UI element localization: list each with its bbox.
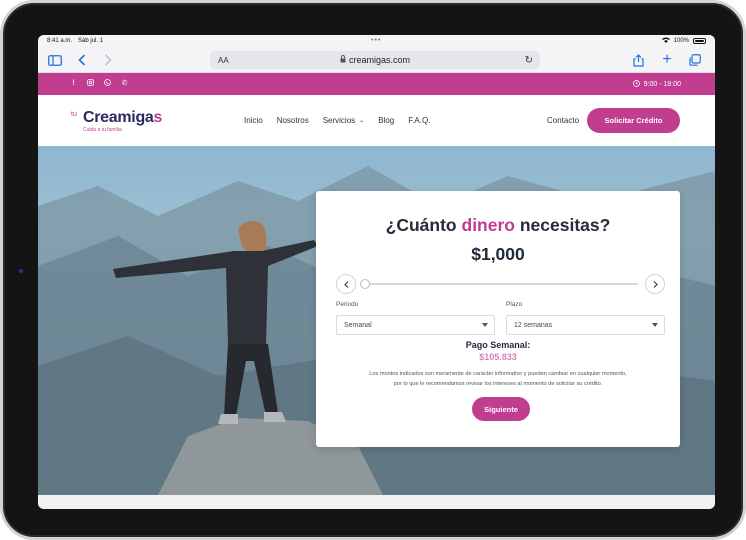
periodo-label: Periodo bbox=[336, 301, 359, 308]
tablet-frame: 8:41 a.m. Sáb jul. 1 ••• 100% AA creamig… bbox=[0, 0, 746, 540]
text-size-button[interactable]: AA bbox=[218, 56, 229, 65]
camera-dot bbox=[19, 269, 23, 273]
logo-prefix: tu bbox=[71, 111, 77, 118]
whatsapp-icon[interactable] bbox=[103, 79, 112, 88]
instagram-icon[interactable] bbox=[86, 79, 95, 88]
reload-icon[interactable]: ↻ bbox=[525, 55, 533, 66]
social-links: f ✆ bbox=[69, 79, 129, 88]
site-header: tu Creamigas Cuida a tu familia Inicio N… bbox=[38, 95, 715, 146]
tabs-icon[interactable] bbox=[686, 51, 704, 69]
new-tab-icon[interactable]: + bbox=[658, 51, 676, 69]
business-hours: 9:00 - 18:00 bbox=[632, 80, 681, 89]
nav-item-faq[interactable]: F.A.Q. bbox=[408, 116, 430, 125]
amount-slider-thumb[interactable] bbox=[360, 279, 370, 289]
battery-icon bbox=[693, 38, 706, 44]
forward-icon[interactable] bbox=[99, 51, 117, 69]
loan-calculator-card: ¿Cuánto dinero necesitas? $1,000 Periodo… bbox=[316, 191, 680, 447]
screen: 8:41 a.m. Sáb jul. 1 ••• 100% AA creamig… bbox=[38, 35, 715, 509]
sidebar-icon[interactable] bbox=[46, 51, 64, 69]
wifi-icon bbox=[661, 37, 670, 45]
nav-item-servicios[interactable]: Servicios ⌄ bbox=[323, 116, 364, 125]
lock-icon bbox=[340, 55, 346, 65]
solicitar-credito-button[interactable]: Solicitar Crédito bbox=[587, 108, 680, 133]
disclaimer: Los montos indicados son meramente de ca… bbox=[369, 371, 627, 387]
plazo-select[interactable]: 12 semanas bbox=[506, 315, 665, 335]
status-bar: 8:41 a.m. Sáb jul. 1 ••• 100% bbox=[38, 35, 715, 47]
chevron-down-icon: ⌄ bbox=[359, 118, 365, 124]
back-icon[interactable] bbox=[73, 51, 91, 69]
nav-item-inicio[interactable]: Inicio bbox=[244, 116, 263, 125]
page-bottom-strip bbox=[38, 495, 715, 509]
payment-label: Pago Semanal: bbox=[465, 340, 531, 350]
hours-text: 9:00 - 18:00 bbox=[643, 81, 681, 88]
siguiente-button[interactable]: Siguiente bbox=[472, 397, 530, 421]
amount-slider-track[interactable] bbox=[364, 283, 638, 285]
logo[interactable]: tu Creamigas Cuida a tu familia bbox=[71, 109, 162, 135]
increase-amount-button[interactable] bbox=[645, 274, 665, 294]
calculator-title: ¿Cuánto dinero necesitas? bbox=[385, 215, 611, 235]
nav-item-blog[interactable]: Blog bbox=[378, 116, 394, 125]
nav-item-nosotros[interactable]: Nosotros bbox=[277, 116, 309, 125]
status-date: Sáb jul. 1 bbox=[78, 38, 104, 44]
battery-percent: 100% bbox=[673, 38, 689, 44]
chevron-down-icon bbox=[652, 323, 658, 327]
browser-toolbar: AA creamigas.com ↻ + bbox=[38, 47, 715, 73]
periodo-select[interactable]: Semanal bbox=[336, 315, 495, 335]
chevron-down-icon bbox=[482, 323, 488, 327]
clock-icon bbox=[632, 80, 640, 89]
facebook-icon[interactable]: f bbox=[69, 79, 78, 88]
decrease-amount-button[interactable] bbox=[336, 274, 356, 294]
loan-amount: $1,000 bbox=[471, 244, 525, 264]
logo-tagline: Cuida a tu familia bbox=[83, 127, 122, 133]
status-time: 8:41 a.m. bbox=[47, 38, 73, 44]
payment-value: $105.833 bbox=[479, 352, 517, 362]
url-text: creamigas.com bbox=[348, 55, 411, 65]
site-topbar: f ✆ 9:00 - 18:00 bbox=[38, 73, 715, 95]
multitask-dots-icon[interactable]: ••• bbox=[371, 37, 381, 44]
phone-icon[interactable]: ✆ bbox=[120, 79, 129, 88]
address-bar[interactable]: AA creamigas.com ↻ bbox=[210, 51, 540, 69]
logo-wordmark: Creamigas bbox=[83, 109, 163, 126]
plazo-label: Plazo bbox=[506, 301, 523, 308]
nav-item-contacto[interactable]: Contacto bbox=[547, 116, 579, 125]
share-icon[interactable] bbox=[629, 51, 647, 69]
main-menu: Inicio Nosotros Servicios ⌄ Blog F.A.Q. bbox=[244, 116, 444, 125]
